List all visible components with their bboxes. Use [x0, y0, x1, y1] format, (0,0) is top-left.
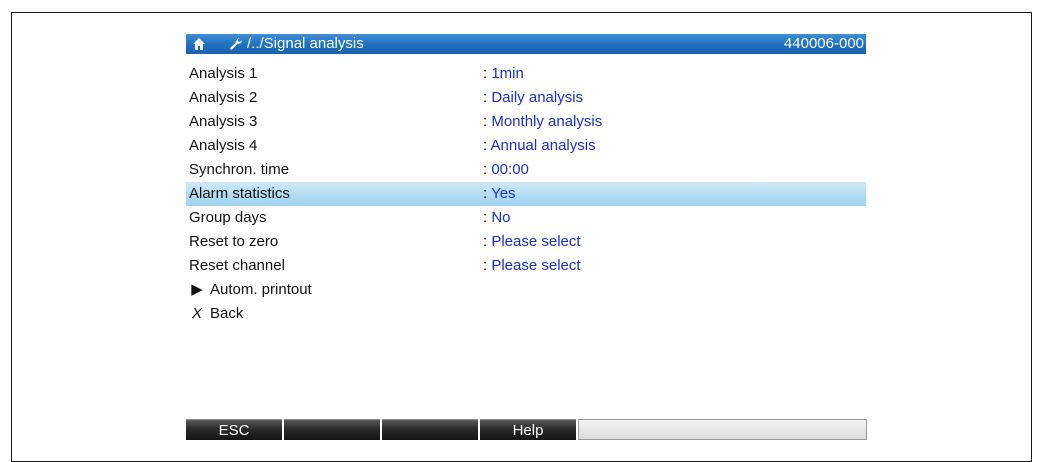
softkey-info-panel	[578, 419, 867, 440]
menu-row-label: Back	[210, 305, 244, 322]
menu-row-value-text: No	[491, 209, 511, 226]
menu-row-group-days[interactable]: Group days : No	[186, 206, 866, 230]
softkey-bar: ESC Help	[186, 419, 867, 440]
menu-row-label: Analysis 4	[189, 137, 258, 154]
menu-row-analysis-4[interactable]: Analysis 4 : Annual analysis	[186, 134, 866, 158]
menu-row-label: Analysis 1	[189, 65, 258, 82]
menu-row-value-text: Annual analysis	[490, 137, 596, 154]
menu-row-label: Group days	[189, 209, 267, 226]
menu-row-value-text: Daily analysis	[491, 89, 584, 106]
breadcrumb-path: /../Signal analysis	[247, 35, 364, 52]
menu-row-value: : Daily analysis	[483, 86, 583, 110]
menu-row-label: Synchron. time	[189, 161, 290, 178]
menu-row-value-text: 00:00	[491, 161, 529, 178]
menu-row-value: : 00:00	[483, 158, 529, 182]
signal-analysis-menu: Analysis 1 : 1min Analysis 2 : Daily ana…	[186, 62, 866, 326]
back-x-icon: X	[191, 305, 202, 322]
menu-row-synchron-time[interactable]: Synchron. time : 00:00	[186, 158, 866, 182]
menu-row-analysis-2[interactable]: Analysis 2 : Daily analysis	[186, 86, 866, 110]
menu-row-reset-to-zero[interactable]: Reset to zero : Please select	[186, 230, 866, 254]
menu-row-value: : Monthly analysis	[483, 110, 602, 134]
menu-row-value: : No	[483, 206, 511, 230]
menu-row-alarm-statistics[interactable]: Alarm statistics : Yes	[186, 182, 866, 206]
value-separator: :	[483, 257, 488, 274]
softkey-help[interactable]: Help	[480, 419, 576, 440]
submenu-arrow-icon: ▶	[191, 281, 203, 298]
menu-id: 440006-000	[783, 35, 864, 52]
value-separator: :	[483, 209, 488, 226]
menu-row-value: : Please select	[483, 254, 581, 278]
title-bar: /../Signal analysis 440006-000	[186, 34, 866, 54]
menu-row-back[interactable]: X Back	[186, 302, 866, 326]
wrench-icon	[230, 38, 242, 50]
softkey-2[interactable]	[284, 419, 380, 440]
menu-row-value-text: Please select	[491, 233, 581, 250]
menu-row-autom-printout[interactable]: ▶ Autom. printout	[186, 278, 866, 302]
softkey-esc[interactable]: ESC	[186, 419, 282, 440]
value-separator: :	[483, 89, 488, 106]
menu-row-value: : 1min	[483, 62, 524, 86]
menu-row-label: Reset to zero	[189, 233, 279, 250]
menu-row-value-text: Please select	[491, 257, 581, 274]
menu-row-value-text: Yes	[491, 185, 516, 202]
value-separator: :	[483, 161, 488, 178]
menu-row-value-text: Monthly analysis	[491, 113, 603, 130]
softkey-3[interactable]	[382, 419, 478, 440]
home-icon[interactable]	[192, 37, 206, 51]
value-separator: :	[483, 185, 488, 202]
menu-row-label: Autom. printout	[210, 281, 312, 298]
value-separator: :	[483, 65, 488, 82]
menu-row-label: Reset channel	[189, 257, 285, 274]
menu-row-label: Analysis 2	[189, 89, 258, 106]
value-separator: :	[483, 233, 488, 250]
menu-row-analysis-1[interactable]: Analysis 1 : 1min	[186, 62, 866, 86]
menu-row-analysis-3[interactable]: Analysis 3 : Monthly analysis	[186, 110, 866, 134]
menu-row-value: : Yes	[483, 182, 516, 206]
menu-row-label: Alarm statistics	[189, 185, 290, 202]
menu-row-value: : Please select	[483, 230, 581, 254]
menu-row-reset-channel[interactable]: Reset channel : Please select	[186, 254, 866, 278]
menu-row-value-text: 1min	[491, 65, 524, 82]
value-separator: :	[483, 113, 488, 130]
menu-row-value: : Annual analysis	[483, 134, 596, 158]
menu-row-label: Analysis 3	[189, 113, 258, 130]
value-separator: :	[483, 137, 488, 154]
